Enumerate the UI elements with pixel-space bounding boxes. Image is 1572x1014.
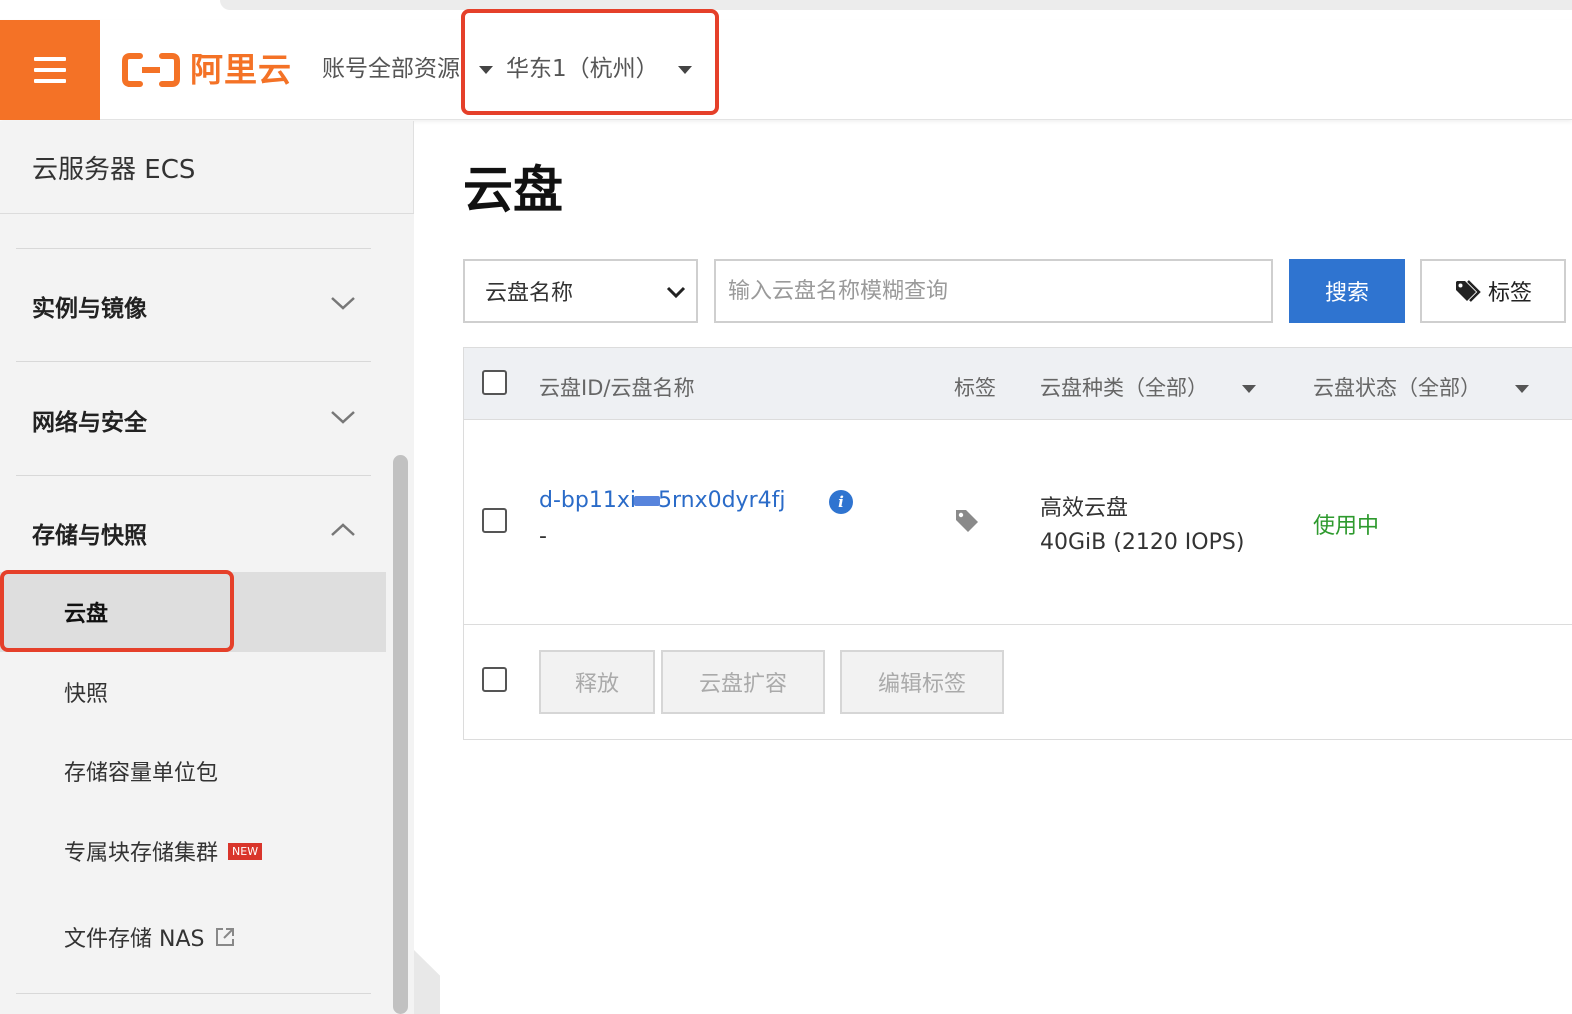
filter-select-value: 云盘名称 [485, 281, 574, 306]
disk-name: - [539, 524, 547, 549]
top-header: 阿里云 账号全部资源 华东1（杭州） [0, 20, 1572, 120]
sidebar-title: 云服务器 ECS [32, 155, 196, 185]
disk-table: 云盘ID/云盘名称 标签 云盘种类（全部） 云盘状态（全部） d-bp11xi 5… [463, 347, 1572, 740]
sidebar-item-label: 快照 [64, 682, 109, 707]
table-row: d-bp11xi 5rnx0dyr4fj i - 高效云盘 40GiB (2120… [464, 420, 1572, 625]
divider [16, 361, 371, 362]
region-highlight-box [461, 9, 719, 115]
browser-top-bar [0, 0, 1572, 20]
column-disk-status[interactable]: 云盘状态（全部） [1313, 372, 1481, 402]
sidebar-item-storage-capacity-unit[interactable]: 存储容量单位包 [0, 731, 386, 811]
tag-icon [1455, 280, 1481, 302]
search-button[interactable]: 搜索 [1289, 259, 1405, 323]
release-button[interactable]: 释放 [539, 650, 655, 714]
sidebar-item-label: 文件存储 NAS [64, 927, 205, 952]
sidebar-item-label: 专属块存储集群 [64, 841, 219, 866]
tag-filter-button[interactable]: 标签 [1420, 259, 1566, 323]
disk-highlight-box [0, 570, 234, 652]
search-input[interactable] [714, 259, 1273, 323]
chevron-down-icon[interactable] [330, 295, 356, 311]
sidebar-item-dedicated-block-storage[interactable]: 专属块存储集群 NEW [0, 811, 386, 891]
menu-icon [34, 57, 66, 83]
sidebar-group-instances[interactable]: 实例与镜像 [32, 289, 147, 323]
sidebar-group-network[interactable]: 网络与安全 [32, 403, 147, 437]
page-title: 云盘 [463, 161, 563, 219]
table-header: 云盘ID/云盘名称 标签 云盘种类（全部） 云盘状态（全部） [464, 348, 1572, 420]
tag-button-label: 标签 [1487, 281, 1532, 306]
sidebar-collapse-handle[interactable] [414, 950, 440, 1014]
divider [16, 475, 371, 476]
new-badge: NEW [228, 842, 263, 860]
column-disk-id: 云盘ID/云盘名称 [539, 376, 695, 400]
browser-tab-shade [220, 0, 1572, 10]
sidebar-item-snapshot[interactable]: 快照 [0, 652, 386, 732]
row-checkbox[interactable] [482, 508, 507, 533]
menu-button[interactable] [0, 20, 100, 120]
bulk-action-bar: 释放 云盘扩容 编辑标签 [464, 625, 1572, 740]
bulk-select-checkbox[interactable] [482, 667, 507, 692]
info-icon[interactable]: i [829, 490, 853, 514]
edit-tags-button[interactable]: 编辑标签 [840, 650, 1004, 714]
chevron-down-icon[interactable] [1242, 385, 1256, 393]
disk-type: 高效云盘 [1040, 496, 1129, 521]
column-disk-type[interactable]: 云盘种类（全部） [1040, 372, 1208, 402]
chevron-up-icon[interactable] [330, 522, 356, 538]
resource-selector[interactable]: 账号全部资源 [322, 53, 464, 85]
sidebar-group-storage[interactable]: 存储与快照 [32, 516, 147, 550]
filter-field-select[interactable]: 云盘名称 [463, 259, 698, 323]
sidebar: 云服务器 ECS 实例与镜像 网络与安全 存储与快照 云盘 快照 存储容量单位包… [0, 121, 414, 1014]
resize-disk-button[interactable]: 云盘扩容 [661, 650, 825, 714]
disk-id-link[interactable]: d-bp11xi 5rnx0dyr4fj [539, 488, 785, 513]
disk-capacity: 40GiB (2120 IOPS) [1040, 530, 1245, 555]
row-tag-button[interactable] [954, 508, 980, 538]
sidebar-item-label: 存储容量单位包 [64, 761, 219, 786]
redacted-mark [633, 496, 660, 506]
sidebar-item-nas[interactable]: 文件存储 NAS [0, 897, 386, 977]
disk-type-cell: 高效云盘 40GiB (2120 IOPS) [1040, 492, 1244, 560]
chevron-down-icon[interactable] [1515, 385, 1529, 393]
status-badge: 使用中 [1313, 514, 1380, 539]
aliyun-logo-icon [122, 53, 180, 87]
chevron-down-icon[interactable] [330, 409, 356, 425]
tag-icon [956, 510, 978, 532]
logo-text: 阿里云 [190, 50, 292, 89]
divider [16, 248, 371, 249]
external-link-icon [216, 928, 235, 946]
select-all-checkbox[interactable] [482, 370, 507, 395]
logo[interactable]: 阿里云 [122, 50, 292, 90]
column-tags: 标签 [954, 376, 996, 400]
chevron-down-icon [666, 286, 686, 299]
sidebar-scrollbar-thumb[interactable] [393, 455, 408, 1014]
divider [16, 993, 371, 994]
